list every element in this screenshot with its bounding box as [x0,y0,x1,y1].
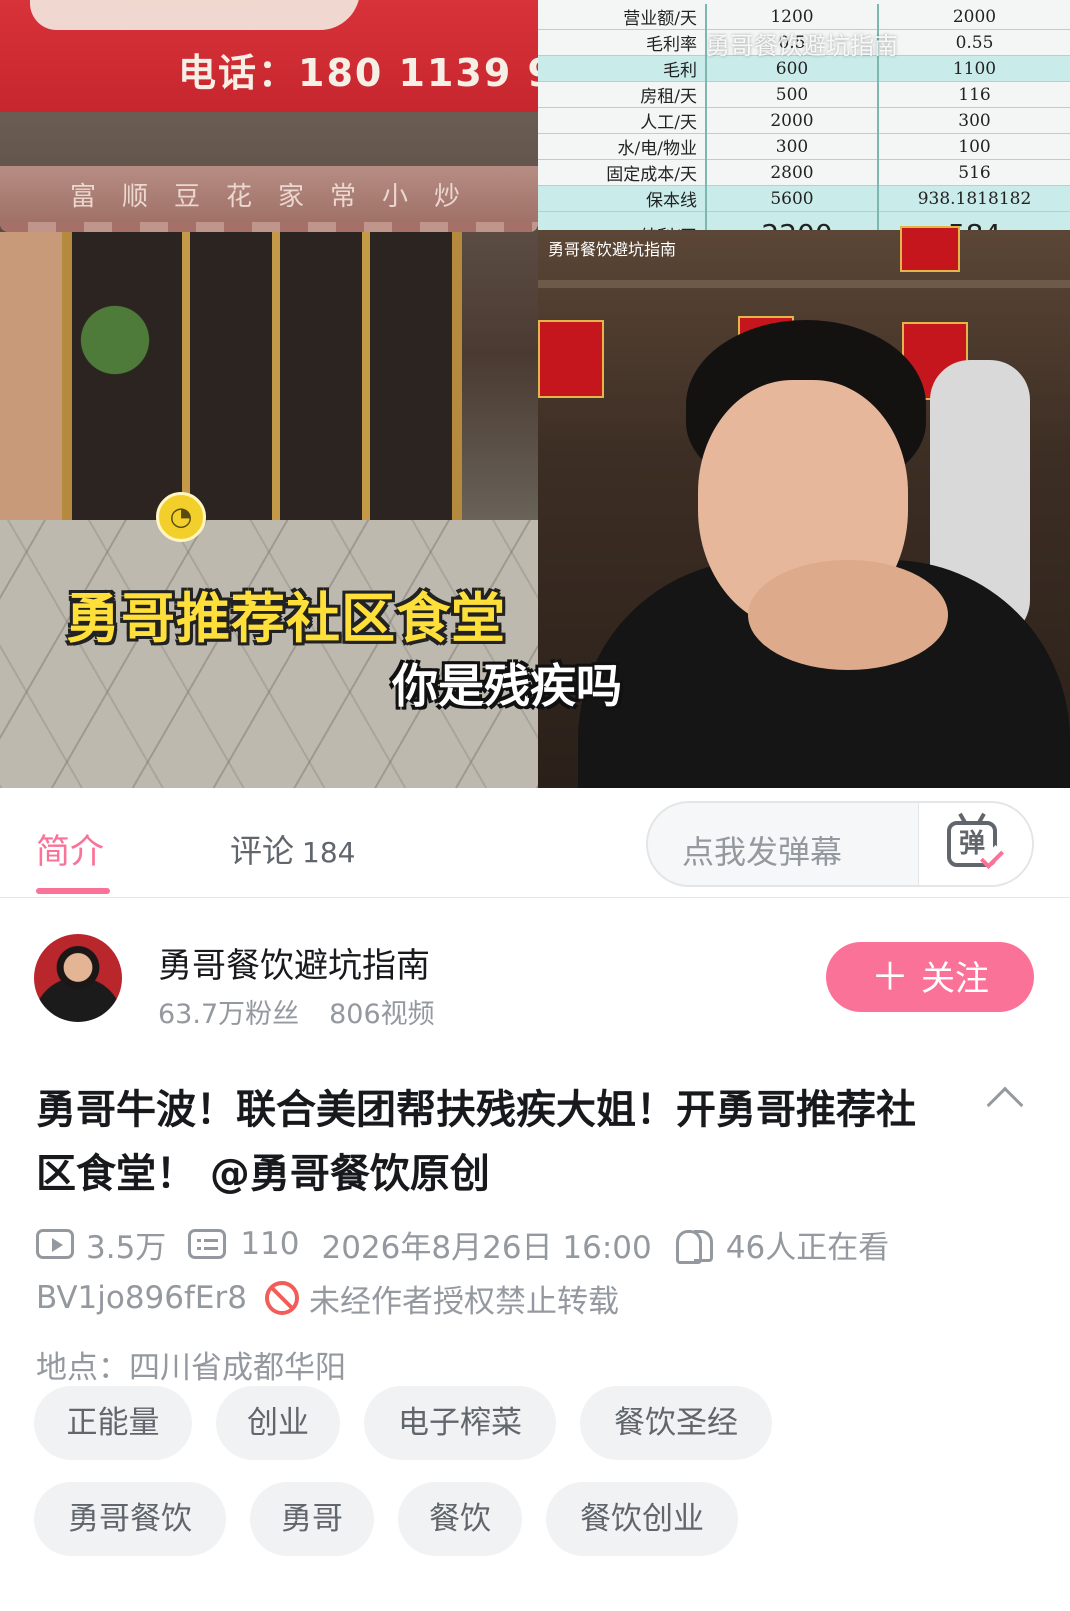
table-cell-value: 300 [706,133,879,160]
tag-chip[interactable]: 创业 [216,1386,340,1460]
table-cell-value: 1100 [878,55,1070,82]
table-row: 房租/天 500 116 [538,81,1070,108]
red-certificate [900,226,960,272]
no-repost-icon [264,1281,299,1315]
wifi-icon: ◔ [156,492,206,542]
follow-button[interactable]: ＋ 关注 [826,942,1034,1012]
shop-pillar [0,232,62,532]
table-row-label: 房租/天 [538,81,707,108]
author-name[interactable]: 勇哥餐饮避坑指南 [158,938,430,987]
table-cell-value: 116 [878,81,1070,108]
table-row-label: 固定成本/天 [538,159,707,186]
danmaku-input[interactable]: 点我发弹幕 弹 [646,801,1034,887]
table-cell-value: 938.1818182 [878,185,1070,212]
tag-chip[interactable]: 勇哥 [250,1482,374,1556]
publish-date-value: 2026年8月26日 16:00 [321,1229,652,1266]
tab-intro[interactable]: 简介 [36,824,104,873]
danmaku-count-icon [188,1229,227,1259]
shop-phone-text: 电话：180 1139 98 [178,51,538,95]
shelf [538,280,1070,288]
watermark-studio: 勇哥餐饮避坑指南 [548,240,677,259]
watermark-top: 勇哥餐饮避坑指南 [706,32,898,60]
location: 地点：四川省成都华阳 [36,1350,346,1386]
video-title: 勇哥牛波！联合美团帮扶残疾大姐！开勇哥推荐社区食堂！ @勇哥餐饮原创 [36,1087,916,1197]
author-videos: 806视频 [329,999,435,1030]
video-player[interactable]: 电话：180 1139 98 富顺豆花家常小炒 ◔ 勇哥推荐社区食堂 营业额/天… [0,0,1070,788]
table-cell-value: 516 [878,159,1070,186]
tab-comments[interactable]: 评论 184 [230,826,355,872]
table-row: 人工/天 2000 300 [538,107,1070,134]
collapse-chevron-icon[interactable] [986,1086,1024,1124]
author-followers: 63.7万粉丝 [158,999,300,1030]
tag-chip[interactable]: 餐饮 [398,1482,522,1556]
tag-chip[interactable]: 电子榨菜 [364,1386,556,1460]
table-cell-value: 300 [878,107,1070,134]
view-count-value: 3.5万 [86,1229,167,1266]
potted-plant [70,280,160,400]
finance-table-panel: 营业额/天 1200 2000 毛利率 0.5 0.55 毛利 600 1100 房租/天 500 1… [538,0,1070,258]
table-row-label: 人工/天 [538,107,707,134]
table-cell-value: 2000 [878,4,1070,30]
bvid[interactable]: BV1jo896fEr8 [36,1280,247,1316]
danmaku-toggle-button[interactable]: 弹 [918,803,1032,885]
awning-edge [0,222,538,232]
table-row-label: 毛利率 [538,29,707,56]
table-cell-value: 2000 [706,107,879,134]
shop-awning-text: 富顺豆花家常小炒 [70,182,487,212]
table-row-label: 营业额/天 [538,4,707,30]
view-count: 3.5万 [36,1222,166,1267]
follow-label: 关注 [921,959,989,999]
tab-bar: 简介 评论 184 点我发弹幕 弹 [0,788,1070,898]
table-row-label: 毛利 [538,55,707,82]
copyright-notice: 未经作者授权禁止转载 [308,1283,619,1320]
table-row-label: 水/电/物业 [538,133,707,160]
author-avatar[interactable] [34,934,122,1022]
publish-date: 2026年8月26日 16:00 [321,1222,651,1267]
danmaku-placeholder: 点我发弹幕 [682,833,843,871]
play-count-icon [36,1229,74,1259]
table-cell-value: 5600 [706,185,879,212]
comments-count: 184 [302,836,356,869]
video-id-row: BV1jo896fEr8 未经作者授权禁止转载 [36,1276,619,1320]
watching-count: 46人正在看 [674,1222,889,1267]
table-cell-value: 500 [706,81,879,108]
plus-icon: ＋ [870,955,909,999]
tag-chip[interactable]: 勇哥餐饮 [34,1482,226,1556]
red-certificate [538,320,604,398]
tag-chip[interactable]: 餐饮圣经 [580,1386,772,1460]
table-cell-value: 0.55 [878,29,1070,56]
table-cell-value: 100 [878,133,1070,160]
person-hand [748,560,948,670]
author-stats: 63.7万粉丝 806视频 [158,992,435,1031]
table-row: 固定成本/天 2800 516 [538,159,1070,186]
table-row: 保本线 5600 938.1818182 [538,185,1070,212]
tag-chip[interactable]: 餐饮创业 [546,1482,738,1556]
video-subtitle: 你是残疾吗 [392,659,622,713]
active-tab-indicator [36,888,110,894]
danmaku-count: 110 [188,1226,299,1262]
table-cell-value: 2800 [706,159,879,186]
tag-chip[interactable]: 正能量 [34,1386,192,1460]
tab-comments-label: 评论 [230,832,295,870]
table-row-label: 保本线 [538,185,707,212]
video-meta-row: 3.5万 110 2026年8月26日 16:00 46人正在看 [36,1222,911,1266]
table-row: 水/电/物业 300 100 [538,133,1070,160]
watching-people-icon [674,1228,714,1264]
danmaku-count-value: 110 [240,1226,300,1262]
watching-count-value: 46人正在看 [725,1229,890,1266]
video-overlay-title: 勇哥推荐社区食堂 [66,587,506,650]
